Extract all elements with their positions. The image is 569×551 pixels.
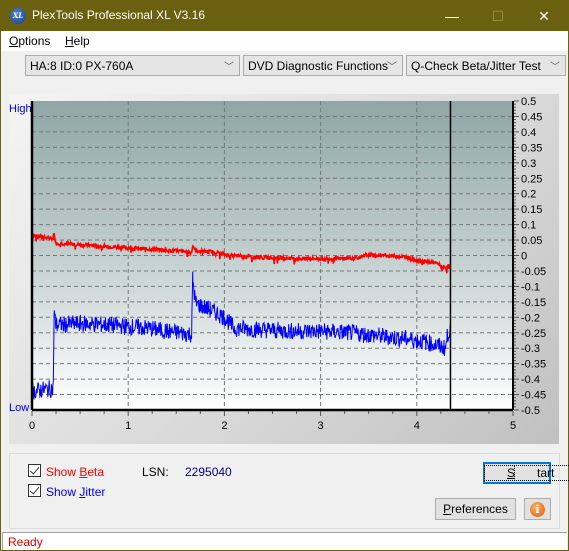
y-tick-label: -0.4 (521, 374, 540, 386)
chevron-down-icon: ﹀ (224, 62, 234, 73)
app-logo-icon: XL (10, 8, 26, 24)
y-tick-label: -0.5 (521, 405, 540, 417)
y-tick-label: 0.3 (521, 158, 536, 170)
menu-help[interactable]: Help (65, 34, 90, 48)
x-tick-label: 0 (29, 420, 35, 432)
y-tick-label: 0.15 (521, 204, 542, 216)
close-button[interactable]: ✕ (521, 1, 567, 31)
chart-panel: High Low 0 1 2 3 4 5 0.5 0.45 0.4 0.35 0.3 0.25 0.2 0… (9, 94, 559, 444)
maximize-button[interactable]: ☐ (475, 1, 521, 31)
controls-panel: Show Beta Show Jitter LSN: 2295040 Start… (9, 453, 569, 529)
test-select[interactable]: Q-Check Beta/Jitter Test ﹀ (406, 55, 566, 76)
y-tick-label: -0.15 (521, 297, 546, 309)
x-tick-label: 1 (125, 420, 131, 432)
y-label-low: Low (9, 402, 29, 414)
x-tick-label: 2 (221, 420, 227, 432)
y-tick-label: -0.35 (521, 359, 546, 371)
y-label-high: High (9, 103, 32, 115)
y-tick-label: 0.4 (521, 127, 536, 139)
toolbar: HA:8 ID:0 PX-760A ﹀ DVD Diagnostic Funct… (1, 51, 568, 79)
title-bar: XL PlexTools Professional XL V3.16 — ☐ ✕ (1, 1, 568, 31)
y-tick-label: 0.25 (521, 173, 542, 185)
y-tick-label: -0.3 (521, 343, 540, 355)
y-tick-label: -0.25 (521, 328, 546, 340)
y-tick-label: -0.2 (521, 312, 540, 324)
y-tick-label: 0 (521, 251, 527, 263)
x-tick-label: 3 (318, 420, 324, 432)
show-jitter-label[interactable]: Show Jitter (46, 485, 105, 499)
show-beta-checkbox[interactable] (28, 464, 41, 477)
menu-options[interactable]: Options (9, 34, 50, 48)
y-tick-label: 0.2 (521, 189, 536, 201)
lsn-label: LSN: (142, 465, 169, 479)
app-window: XL PlexTools Professional XL V3.16 — ☐ ✕… (0, 0, 569, 551)
show-jitter-checkbox[interactable] (28, 484, 41, 497)
x-tick-label: 5 (510, 420, 516, 432)
function-select[interactable]: DVD Diagnostic Functions ﹀ (243, 55, 403, 76)
chevron-down-icon: ﹀ (550, 62, 560, 73)
info-button[interactable]: i (524, 498, 551, 520)
y-tick-label: 0.05 (521, 235, 542, 247)
show-beta-label[interactable]: Show Beta (46, 465, 104, 479)
y-tick-label: -0.05 (521, 266, 546, 278)
y-tick-label: -0.1 (521, 281, 540, 293)
status-bar: Ready (2, 532, 567, 550)
menu-bar: Options Help (1, 31, 568, 51)
y-tick-label: 0.5 (521, 96, 536, 108)
minimize-button[interactable]: — (429, 1, 475, 31)
y-tick-label: -0.45 (521, 390, 546, 402)
y-tick-label: 0.35 (521, 142, 542, 154)
y-tick-label: 0.45 (521, 111, 542, 123)
y-tick-label: 0.1 (521, 220, 536, 232)
x-tick-label: 4 (414, 420, 420, 432)
beta-jitter-chart: High Low 0 1 2 3 4 5 0.5 0.45 0.4 0.35 0.3 0.25 0.2 0… (9, 96, 546, 432)
chevron-down-icon: ﹀ (387, 62, 397, 73)
status-text: Ready (8, 535, 43, 549)
start-button[interactable]: Start (483, 462, 569, 484)
window-title: PlexTools Professional XL V3.16 (32, 8, 205, 22)
drive-select[interactable]: HA:8 ID:0 PX-760A ﹀ (25, 55, 240, 76)
info-icon: i (530, 502, 545, 517)
lsn-value: 2295040 (185, 465, 232, 479)
preferences-button[interactable]: Preferences (435, 498, 516, 520)
